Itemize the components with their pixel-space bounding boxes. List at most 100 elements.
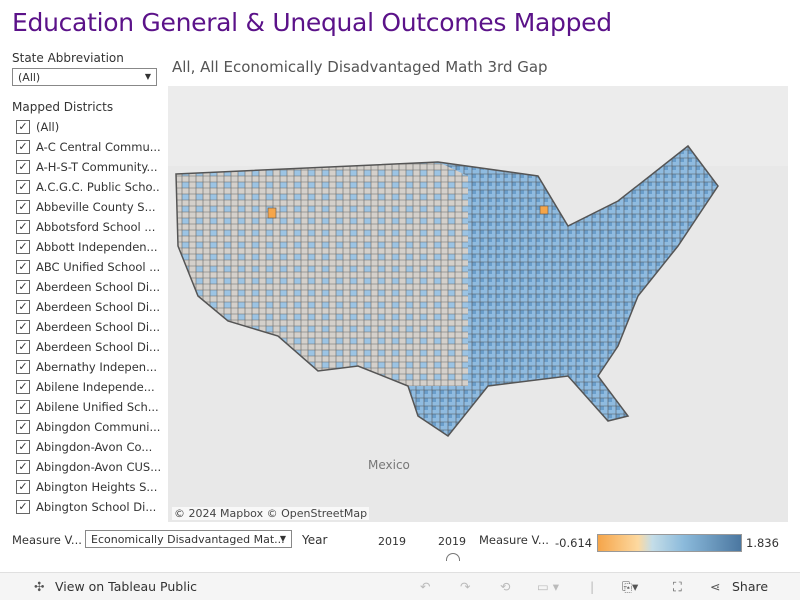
revert-icon[interactable]: ⟲ [500,579,510,594]
checkbox-checked-icon[interactable]: ✓ [16,400,30,414]
district-label: Abilene Unified Sch... [36,400,159,414]
sheet-title: All, All Economically Disadvantaged Math… [172,58,548,76]
district-label: Abingdon-Avon Co... [36,440,153,454]
district-checkbox-item[interactable]: ✓ (All) [12,117,160,137]
measure-value: Economically Disadvantaged Mat... [91,533,285,546]
district-label: Abilene Independe... [36,380,155,394]
checkbox-checked-icon[interactable]: ✓ [16,360,30,374]
checkbox-checked-icon[interactable]: ✓ [16,460,30,474]
checkbox-checked-icon[interactable]: ✓ [16,260,30,274]
district-checkbox-item[interactable]: ✓ Aberdeen School Di... [12,317,160,337]
legend-label: Measure V... [479,533,549,547]
district-label: Abbotsford School ... [36,220,156,234]
map-svg [168,86,788,438]
district-checkbox-item[interactable]: ✓ Aberdeen School Di... [12,337,160,357]
district-label: Abington School Di... [36,500,157,514]
district-checkbox-item[interactable]: ✓ Abbott Independen... [12,237,160,257]
checkbox-checked-icon[interactable]: ✓ [16,340,30,354]
refresh-icon[interactable]: ▭ ▾ [537,579,559,594]
state-filter-value: (All) [18,71,41,84]
chevron-down-icon: ▼ [279,534,286,543]
year-min: 2019 [378,535,406,548]
district-checkbox-item[interactable]: ✓ Abilene Independe... [12,377,160,397]
district-label: Abbeville County S... [36,200,156,214]
district-label: Abbott Independen... [36,240,158,254]
share-button[interactable]: Share [732,579,768,594]
district-label: Aberdeen School Di... [36,280,160,294]
tableau-toolbar: ✣ View on Tableau Public ↶ ↷ ⟲ ▭ ▾ | ⎘▾ … [0,572,800,600]
district-checkbox-item[interactable]: ✓ Abingdon Communi... [12,417,160,437]
district-label: Abernathy Indepen... [36,360,158,374]
district-label: Aberdeen School Di... [36,320,160,334]
checkbox-checked-icon[interactable]: ✓ [16,440,30,454]
share-icon[interactable]: ⋖ [710,579,720,594]
district-checkbox-item[interactable]: ✓ ABC Unified School ... [12,257,160,277]
checkbox-checked-icon[interactable]: ✓ [16,140,30,154]
district-map[interactable]: Mexico © 2024 Mapbox © OpenStreetMap [168,86,788,522]
district-checkbox-item[interactable]: ✓ Abington Heights S... [12,477,160,497]
district-label: Aberdeen School Di... [36,340,160,354]
district-checkbox-item[interactable]: ✓ Abilene Unified Sch... [12,397,160,417]
district-label: Abingdon-Avon CUS... [36,460,160,474]
checkbox-checked-icon[interactable]: ✓ [16,200,30,214]
fullscreen-icon[interactable]: ⛶ [673,579,682,595]
district-label: Aberdeen School Di... [36,300,160,314]
district-checkbox-item[interactable]: ✓ Aberdeen School Di... [12,277,160,297]
checkbox-checked-icon[interactable]: ✓ [16,120,30,134]
redo-icon[interactable]: ↷ [460,579,470,594]
districts-filter-label: Mapped Districts [12,100,114,114]
checkbox-checked-icon[interactable]: ✓ [16,480,30,494]
district-checkbox-item[interactable]: ✓ Aberdeen School Di... [12,297,160,317]
legend-max: 1.836 [746,536,779,550]
district-checkbox-item[interactable]: ✓ A-C Central Commu... [12,137,160,157]
state-filter-label: State Abbreviation [12,51,124,65]
tableau-logo-icon: ✣ [34,579,45,594]
district-checkbox-item[interactable]: ✓ Abington School Di... [12,497,160,517]
orange-district [267,207,277,219]
checkbox-checked-icon[interactable]: ✓ [16,500,30,514]
checkbox-checked-icon[interactable]: ✓ [16,380,30,394]
dashboard-title: Education General & Unequal Outcomes Map… [12,8,612,37]
measure-label: Measure V... [12,533,82,547]
checkbox-checked-icon[interactable]: ✓ [16,320,30,334]
orange-district [539,205,549,215]
district-checkbox-item[interactable]: ✓ A-H-S-T Community... [12,157,160,177]
district-label: Abingdon Communi... [36,420,160,434]
undo-icon[interactable]: ↶ [420,579,430,594]
district-checkbox-item[interactable]: ✓ A.C.G.C. Public Scho... [12,177,160,197]
measure-dropdown[interactable]: Economically Disadvantaged Mat... ▼ [85,530,292,548]
year-slider-handle[interactable] [446,553,460,561]
download-icon[interactable]: ⎘▾ [622,579,638,595]
district-checkbox-item[interactable]: ✓ Abbotsford School ... [12,217,160,237]
district-label: A.C.G.C. Public Scho... [36,180,160,194]
chevron-down-icon: ▼ [144,72,151,81]
mexico-label: Mexico [368,458,410,472]
year-max: 2019 [438,535,466,548]
us-districts-west [176,162,468,386]
checkbox-checked-icon[interactable]: ✓ [16,220,30,234]
checkbox-checked-icon[interactable]: ✓ [16,280,30,294]
district-label: Abington Heights S... [36,480,158,494]
map-attribution[interactable]: © 2024 Mapbox © OpenStreetMap [172,507,370,520]
districts-checkbox-list[interactable]: ✓ (All) ✓ A-C Central Commu... ✓ A-H-S-T Comm… [12,117,160,520]
checkbox-checked-icon[interactable]: ✓ [16,240,30,254]
district-label: ABC Unified School ... [36,260,160,274]
color-legend-bar [597,534,742,552]
district-checkbox-item[interactable]: ✓ Abbeville County S... [12,197,160,217]
district-label: A-C Central Commu... [36,140,160,154]
checkbox-checked-icon[interactable]: ✓ [16,180,30,194]
checkbox-checked-icon[interactable]: ✓ [16,160,30,174]
district-label: A-H-S-T Community... [36,160,158,174]
checkbox-checked-icon[interactable]: ✓ [16,420,30,434]
state-filter-dropdown[interactable]: (All) ▼ [12,68,157,86]
district-label: (All) [36,120,60,134]
district-checkbox-item[interactable]: ✓ Abingdon-Avon Co... [12,437,160,457]
district-checkbox-item[interactable]: ✓ Abingdon-Avon CUS... [12,457,160,477]
legend-min: -0.614 [555,536,593,550]
separator: | [590,579,595,594]
canada-land [168,86,788,166]
district-checkbox-item[interactable]: ✓ Abernathy Indepen... [12,357,160,377]
view-on-tableau-link[interactable]: View on Tableau Public [55,579,197,594]
checkbox-checked-icon[interactable]: ✓ [16,300,30,314]
year-label: Year [302,533,328,547]
